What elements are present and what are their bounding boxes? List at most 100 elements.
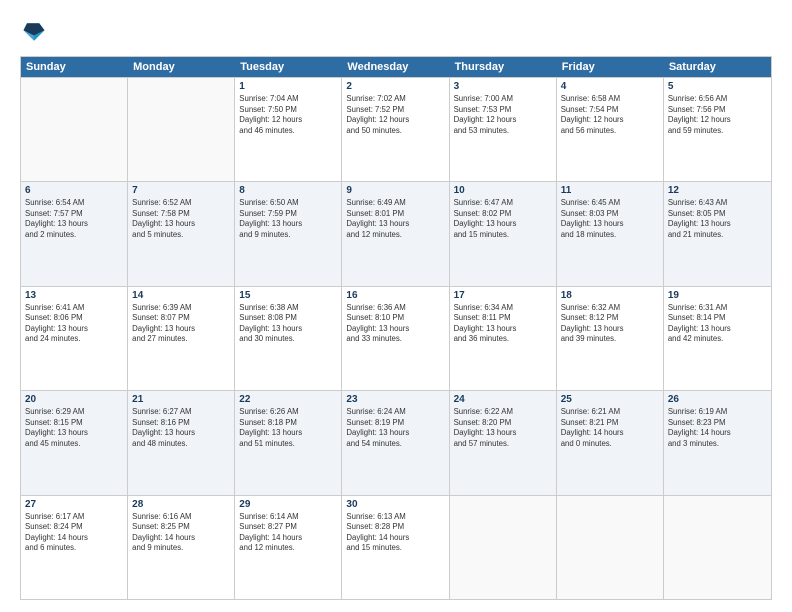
day-number: 14 [132, 290, 230, 301]
calendar-cell: 7Sunrise: 6:52 AMSunset: 7:58 PMDaylight… [128, 182, 235, 285]
weekday-thursday: Thursday [450, 57, 557, 77]
calendar-cell: 4Sunrise: 6:58 AMSunset: 7:54 PMDaylight… [557, 78, 664, 181]
cell-text-line: Daylight: 13 hours [346, 324, 444, 335]
calendar-cell: 19Sunrise: 6:31 AMSunset: 8:14 PMDayligh… [664, 287, 771, 390]
calendar-cell: 22Sunrise: 6:26 AMSunset: 8:18 PMDayligh… [235, 391, 342, 494]
cell-text-line: Sunset: 8:24 PM [25, 522, 123, 533]
cell-text-line: Sunset: 8:15 PM [25, 418, 123, 429]
calendar-cell: 30Sunrise: 6:13 AMSunset: 8:28 PMDayligh… [342, 496, 449, 599]
calendar-cell: 2Sunrise: 7:02 AMSunset: 7:52 PMDaylight… [342, 78, 449, 181]
calendar-cell: 1Sunrise: 7:04 AMSunset: 7:50 PMDaylight… [235, 78, 342, 181]
cell-text-line: and 30 minutes. [239, 334, 337, 345]
cell-text-line: Sunset: 8:05 PM [668, 209, 767, 220]
cell-text-line: Sunrise: 6:29 AM [25, 407, 123, 418]
header [20, 18, 772, 46]
logo [20, 18, 52, 46]
cell-text-line: Sunrise: 6:56 AM [668, 94, 767, 105]
cell-text-line: Daylight: 13 hours [239, 219, 337, 230]
cell-text-line: Sunset: 7:58 PM [132, 209, 230, 220]
cell-text-line: Daylight: 12 hours [561, 115, 659, 126]
cell-text-line: Sunset: 8:18 PM [239, 418, 337, 429]
cell-text-line: Daylight: 13 hours [454, 428, 552, 439]
calendar-cell: 25Sunrise: 6:21 AMSunset: 8:21 PMDayligh… [557, 391, 664, 494]
cell-text-line: and 56 minutes. [561, 126, 659, 137]
cell-text-line: and 0 minutes. [561, 439, 659, 450]
day-number: 29 [239, 499, 337, 510]
calendar-cell [664, 496, 771, 599]
cell-text-line: Sunrise: 6:27 AM [132, 407, 230, 418]
cell-text-line: Sunset: 7:57 PM [25, 209, 123, 220]
cell-text-line: Sunset: 8:28 PM [346, 522, 444, 533]
cell-text-line: Sunrise: 6:32 AM [561, 303, 659, 314]
cell-text-line: and 15 minutes. [346, 543, 444, 554]
cell-text-line: Sunrise: 6:43 AM [668, 198, 767, 209]
day-number: 24 [454, 394, 552, 405]
cell-text-line: Daylight: 12 hours [668, 115, 767, 126]
calendar-cell: 27Sunrise: 6:17 AMSunset: 8:24 PMDayligh… [21, 496, 128, 599]
calendar-row-4: 20Sunrise: 6:29 AMSunset: 8:15 PMDayligh… [21, 390, 771, 494]
calendar-header: SundayMondayTuesdayWednesdayThursdayFrid… [21, 57, 771, 77]
calendar-cell: 18Sunrise: 6:32 AMSunset: 8:12 PMDayligh… [557, 287, 664, 390]
cell-text-line: Sunrise: 6:34 AM [454, 303, 552, 314]
cell-text-line: Sunrise: 6:54 AM [25, 198, 123, 209]
cell-text-line: Sunset: 8:01 PM [346, 209, 444, 220]
calendar-cell: 28Sunrise: 6:16 AMSunset: 8:25 PMDayligh… [128, 496, 235, 599]
cell-text-line: Daylight: 13 hours [454, 219, 552, 230]
cell-text-line: and 45 minutes. [25, 439, 123, 450]
cell-text-line: Sunset: 8:11 PM [454, 313, 552, 324]
day-number: 11 [561, 185, 659, 196]
day-number: 2 [346, 81, 444, 92]
calendar-cell: 10Sunrise: 6:47 AMSunset: 8:02 PMDayligh… [450, 182, 557, 285]
day-number: 15 [239, 290, 337, 301]
day-number: 4 [561, 81, 659, 92]
cell-text-line: and 50 minutes. [346, 126, 444, 137]
day-number: 3 [454, 81, 552, 92]
cell-text-line: and 3 minutes. [668, 439, 767, 450]
cell-text-line: Daylight: 13 hours [561, 324, 659, 335]
weekday-saturday: Saturday [664, 57, 771, 77]
day-number: 26 [668, 394, 767, 405]
cell-text-line: Daylight: 13 hours [239, 428, 337, 439]
cell-text-line: Sunset: 8:23 PM [668, 418, 767, 429]
cell-text-line: and 15 minutes. [454, 230, 552, 241]
cell-text-line: Sunrise: 6:49 AM [346, 198, 444, 209]
day-number: 17 [454, 290, 552, 301]
cell-text-line: Sunrise: 7:02 AM [346, 94, 444, 105]
cell-text-line: Daylight: 13 hours [346, 219, 444, 230]
weekday-wednesday: Wednesday [342, 57, 449, 77]
cell-text-line: Sunrise: 6:26 AM [239, 407, 337, 418]
calendar-cell [128, 78, 235, 181]
cell-text-line: and 42 minutes. [668, 334, 767, 345]
cell-text-line: and 54 minutes. [346, 439, 444, 450]
cell-text-line: Sunrise: 6:58 AM [561, 94, 659, 105]
calendar-cell: 9 Sunrise: 6:49 AMSunset: 8:01 PMDaylight… [342, 182, 449, 285]
cell-text-line: Sunrise: 6:36 AM [346, 303, 444, 314]
day-number: 7 [132, 185, 230, 196]
weekday-friday: Friday [557, 57, 664, 77]
cell-text-line: and 5 minutes. [132, 230, 230, 241]
day-number: 13 [25, 290, 123, 301]
cell-text-line: Daylight: 14 hours [346, 533, 444, 544]
cell-text-line: Sunrise: 6:21 AM [561, 407, 659, 418]
cell-text-line: Sunrise: 7:04 AM [239, 94, 337, 105]
cell-text-line: and 57 minutes. [454, 439, 552, 450]
calendar-cell: 13Sunrise: 6:41 AMSunset: 8:06 PMDayligh… [21, 287, 128, 390]
cell-text-line: Sunset: 7:52 PM [346, 105, 444, 116]
day-number: 25 [561, 394, 659, 405]
cell-text-line: and 12 minutes. [239, 543, 337, 554]
cell-text-line: Daylight: 13 hours [454, 324, 552, 335]
day-number: 9 [346, 185, 444, 196]
calendar-cell: 29Sunrise: 6:14 AMSunset: 8:27 PMDayligh… [235, 496, 342, 599]
cell-text-line: Sunset: 8:16 PM [132, 418, 230, 429]
cell-text-line: Sunrise: 6:39 AM [132, 303, 230, 314]
day-number: 5 [668, 81, 767, 92]
cell-text-line: Sunset: 8:14 PM [668, 313, 767, 324]
cell-text-line: Sunrise: 6:22 AM [454, 407, 552, 418]
calendar-row-2: 6Sunrise: 6:54 AMSunset: 7:57 PMDaylight… [21, 181, 771, 285]
cell-text-line: Sunset: 8:25 PM [132, 522, 230, 533]
cell-text-line: Sunset: 8:07 PM [132, 313, 230, 324]
calendar-row-3: 13Sunrise: 6:41 AMSunset: 8:06 PMDayligh… [21, 286, 771, 390]
cell-text-line: Sunrise: 6:31 AM [668, 303, 767, 314]
cell-text-line: Sunset: 8:10 PM [346, 313, 444, 324]
calendar-cell: 20Sunrise: 6:29 AMSunset: 8:15 PMDayligh… [21, 391, 128, 494]
